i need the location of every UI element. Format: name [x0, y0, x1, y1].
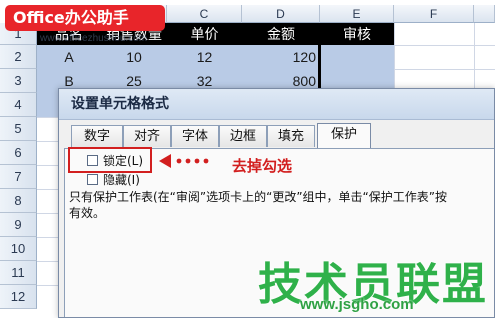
row-header-9[interactable]: 9 [0, 213, 37, 237]
table-header-cell[interactable]: 单价 [167, 23, 242, 45]
tab-number[interactable]: 数字 [71, 125, 123, 147]
tab-border[interactable]: 边框 [219, 125, 267, 147]
row-header-4[interactable]: 4 [0, 93, 37, 117]
row-header-2[interactable]: 2 [0, 45, 37, 69]
row-header-10[interactable]: 10 [0, 237, 37, 261]
table-cell[interactable]: 10 [101, 45, 167, 69]
column-header-f[interactable]: F [394, 5, 474, 23]
table-cell[interactable]: 120 [242, 45, 320, 69]
table-cell[interactable]: 12 [167, 45, 242, 69]
protection-description: 只有保护工作表(在“审阅”选项卡上的“更改”组中，单击“保护工作表”按 [69, 190, 447, 204]
row-header-3[interactable]: 3 [0, 69, 37, 93]
watermark-text: www.officezhushou.com [40, 33, 148, 44]
column-header-g[interactable] [474, 5, 495, 23]
screenshot: 1 2 3 4 5 6 7 8 9 10 11 12 C D E F 品名 销售… [0, 0, 495, 318]
brand-url: www.jsgho.com [300, 296, 414, 313]
dialog-title: 设置单元格格式 [59, 89, 494, 120]
row-header-12[interactable]: 12 [0, 285, 37, 309]
badge-logo: Office办公助手 [5, 5, 165, 31]
row-header-8[interactable]: 8 [0, 189, 37, 213]
table-cell[interactable] [320, 45, 394, 69]
tab-alignment[interactable]: 对齐 [123, 125, 171, 147]
row-header-6[interactable]: 6 [0, 141, 37, 165]
left-arrow-icon [159, 154, 209, 168]
highlight-box [68, 147, 152, 173]
table-header-cell[interactable]: 金额 [242, 23, 320, 45]
column-header-e[interactable]: E [320, 5, 394, 23]
tab-fill[interactable]: 填充 [267, 125, 315, 147]
table-cell[interactable]: A [37, 45, 101, 69]
row-header-11[interactable]: 11 [0, 261, 37, 285]
hidden-label[interactable]: 隐藏(I) [103, 171, 140, 188]
table-header-cell[interactable]: 审核 [320, 23, 394, 45]
tab-protection[interactable]: 保护 [317, 123, 371, 149]
annotation-text: 去掉勾选 [232, 157, 293, 175]
selection-border [318, 23, 321, 93]
hidden-checkbox[interactable] [87, 174, 98, 185]
row-header-5[interactable]: 5 [0, 117, 37, 141]
column-header-c[interactable]: C [167, 5, 242, 23]
tab-font[interactable]: 字体 [171, 125, 219, 147]
protection-description-end: 有效。 [69, 206, 106, 220]
row-header-7[interactable]: 7 [0, 165, 37, 189]
column-header-d[interactable]: D [242, 5, 320, 23]
